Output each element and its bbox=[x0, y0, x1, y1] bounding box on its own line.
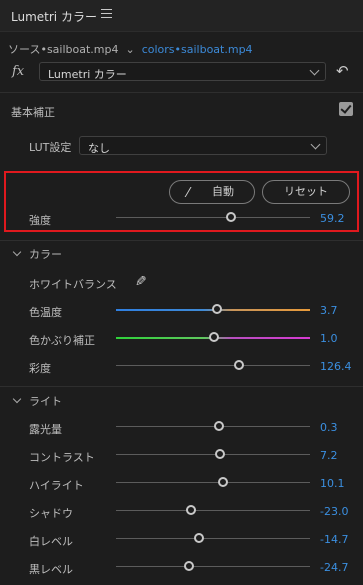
light-slider-value[interactable]: 10.1 bbox=[320, 477, 345, 490]
light-slider-label: コントラスト bbox=[29, 451, 95, 464]
basic-correction-checkbox[interactable] bbox=[339, 102, 353, 116]
light-slider-knob[interactable] bbox=[214, 449, 225, 459]
auto-button-label: 自動 bbox=[212, 185, 234, 198]
saturation-track[interactable] bbox=[116, 365, 310, 366]
light-slider-track[interactable] bbox=[116, 566, 310, 567]
light-section-header[interactable]: ライト bbox=[12, 393, 62, 409]
light-slider-value[interactable]: 7.2 bbox=[320, 449, 338, 462]
light-slider-knob[interactable] bbox=[185, 505, 196, 515]
temperature-value[interactable]: 3.7 bbox=[320, 304, 338, 317]
tint-slider-knob[interactable] bbox=[208, 332, 219, 342]
auto-button[interactable]: ⁄ 自動 bbox=[169, 180, 255, 204]
white-balance-label: ホワイトバランス bbox=[29, 278, 117, 291]
light-slider-row: シャドウ -23.0 bbox=[0, 505, 363, 525]
sequence-clip-link[interactable]: colors•sailboat.mp4 bbox=[142, 43, 253, 56]
tint-label: 色かぶり補正 bbox=[29, 334, 95, 347]
lut-label: LUT設定 bbox=[29, 141, 72, 154]
color-section-title: カラー bbox=[29, 248, 62, 261]
highlight-box: ⁄ 自動 リセット bbox=[4, 171, 359, 232]
intensity-track[interactable] bbox=[116, 217, 310, 218]
source-breadcrumb: ソース•sailboat.mp4 ⌄ colors•sailboat.mp4 bbox=[8, 41, 253, 57]
effect-select[interactable]: Lumetri カラー bbox=[39, 62, 326, 81]
light-slider-row: コントラスト 7.2 bbox=[0, 449, 363, 469]
tint-value[interactable]: 1.0 bbox=[320, 332, 338, 345]
chevron-down-icon bbox=[309, 65, 320, 76]
light-slider-label: シャドウ bbox=[29, 507, 73, 520]
light-slider-track[interactable] bbox=[116, 426, 310, 427]
saturation-value[interactable]: 126.4 bbox=[320, 360, 352, 373]
temperature-slider-knob[interactable] bbox=[211, 304, 222, 314]
light-slider-knob[interactable] bbox=[193, 533, 204, 543]
light-slider-value[interactable]: -14.7 bbox=[320, 533, 348, 546]
effect-select-value: Lumetri カラー bbox=[48, 68, 127, 81]
divider bbox=[0, 240, 363, 241]
light-section-title: ライト bbox=[29, 395, 62, 408]
lut-select[interactable]: なし bbox=[79, 136, 327, 155]
saturation-slider-knob[interactable] bbox=[233, 360, 244, 370]
light-slider-knob[interactable] bbox=[213, 421, 224, 431]
reset-effect-icon[interactable]: ↶ bbox=[336, 62, 349, 80]
light-slider-knob[interactable] bbox=[184, 561, 195, 571]
light-slider-track[interactable] bbox=[116, 482, 310, 483]
source-clip-link[interactable]: ソース•sailboat.mp4 bbox=[8, 43, 118, 56]
light-slider-value[interactable]: -23.0 bbox=[320, 505, 348, 518]
intensity-value[interactable]: 59.2 bbox=[320, 212, 345, 225]
eyedropper-icon[interactable]: ✎ bbox=[135, 274, 147, 290]
light-slider-row: ハイライト 10.1 bbox=[0, 477, 363, 497]
basic-correction-title[interactable]: 基本補正 bbox=[11, 104, 55, 120]
chevron-down-icon bbox=[12, 394, 22, 404]
reset-button[interactable]: リセット bbox=[262, 180, 350, 204]
light-slider-track[interactable] bbox=[116, 510, 310, 511]
light-slider-label: 黒レベル bbox=[29, 563, 73, 576]
divider bbox=[0, 386, 363, 387]
fx-icon[interactable]: fx bbox=[12, 64, 24, 79]
panel-title: Lumetri カラー bbox=[11, 10, 97, 24]
chevron-down-icon[interactable]: ⌄ bbox=[125, 43, 134, 56]
intensity-label: 強度 bbox=[29, 214, 51, 227]
magic-wand-icon: ⁄ bbox=[187, 186, 190, 201]
panel-menu-icon[interactable] bbox=[101, 9, 112, 19]
chevron-down-icon bbox=[12, 247, 22, 257]
panel-titlebar: Lumetri カラー bbox=[0, 0, 363, 32]
lut-select-value: なし bbox=[88, 142, 110, 155]
light-slider-row: 白レベル -14.7 bbox=[0, 533, 363, 553]
light-slider-label: 露光量 bbox=[29, 423, 62, 436]
light-slider-row: 黒レベル -24.7 bbox=[0, 561, 363, 581]
light-slider-value[interactable]: -24.7 bbox=[320, 561, 348, 574]
color-section-header[interactable]: カラー bbox=[12, 246, 62, 262]
light-slider-track[interactable] bbox=[116, 538, 310, 539]
divider bbox=[0, 92, 363, 93]
light-slider-label: 白レベル bbox=[29, 535, 73, 548]
light-slider-knob[interactable] bbox=[217, 477, 228, 487]
light-slider-value[interactable]: 0.3 bbox=[320, 421, 338, 434]
light-slider-track[interactable] bbox=[116, 454, 310, 455]
intensity-slider-knob[interactable] bbox=[225, 212, 236, 222]
light-slider-label: ハイライト bbox=[29, 479, 84, 492]
light-slider-row: 露光量 0.3 bbox=[0, 421, 363, 441]
saturation-label: 彩度 bbox=[29, 362, 51, 375]
chevron-down-icon bbox=[310, 139, 321, 150]
temperature-label: 色温度 bbox=[29, 306, 62, 319]
